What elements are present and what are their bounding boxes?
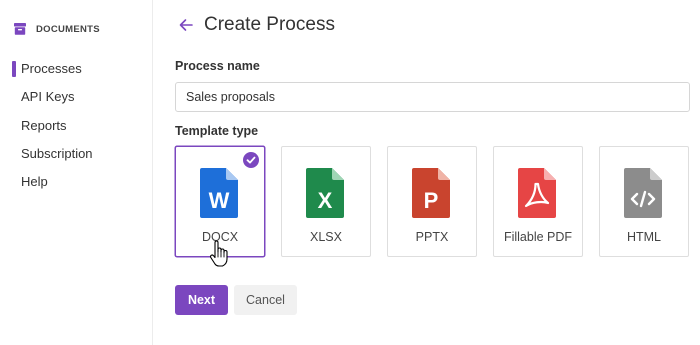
sidebar-item-api-keys[interactable]: API Keys <box>0 85 153 113</box>
template-type-label: Template type <box>175 124 259 138</box>
powerpoint-document-icon: P <box>412 168 450 218</box>
html-document-icon <box>624 168 662 218</box>
template-label: Fillable PDF <box>503 230 573 244</box>
main-content: Create Process Process name Template typ… <box>153 0 700 345</box>
process-name-label: Process name <box>175 59 260 73</box>
sidebar: DOCUMENTS Processes API Keys Reports Sub… <box>0 0 153 345</box>
template-label: HTML <box>626 230 662 244</box>
process-name-input[interactable] <box>175 82 690 112</box>
back-button[interactable] <box>175 14 197 36</box>
excel-document-icon: X <box>306 168 344 218</box>
page-title: Create Process <box>204 14 335 35</box>
brand-title: DOCUMENTS <box>36 23 100 35</box>
next-button[interactable]: Next <box>175 285 228 315</box>
cancel-button[interactable]: Cancel <box>234 285 297 315</box>
template-label: XLSX <box>310 230 342 244</box>
template-option-html[interactable]: HTML <box>599 146 689 257</box>
brand[interactable]: DOCUMENTS <box>13 22 100 36</box>
sidebar-item-reports[interactable]: Reports <box>0 114 153 142</box>
svg-text:P: P <box>424 188 439 213</box>
sidebar-nav: Processes API Keys Reports Subscription … <box>0 57 153 198</box>
archive-box-icon <box>14 23 26 35</box>
template-label: DOCX <box>201 230 239 244</box>
arrow-left-icon <box>179 19 193 31</box>
template-option-xlsx[interactable]: X XLSX <box>281 146 371 257</box>
sidebar-item-help[interactable]: Help <box>0 170 153 198</box>
svg-text:X: X <box>318 188 333 213</box>
template-option-pptx[interactable]: P PPTX <box>387 146 477 257</box>
template-option-docx[interactable]: W DOCX <box>175 146 265 257</box>
template-label: PPTX <box>415 230 449 244</box>
word-document-icon: W <box>200 168 238 218</box>
sidebar-item-subscription[interactable]: Subscription <box>0 142 153 170</box>
sidebar-item-processes[interactable]: Processes <box>0 57 153 85</box>
svg-text:W: W <box>209 188 230 213</box>
page-header: Create Process <box>175 14 335 36</box>
selected-check-icon <box>243 152 259 168</box>
pdf-document-icon <box>518 168 556 218</box>
template-option-fillable-pdf[interactable]: Fillable PDF <box>493 146 583 257</box>
